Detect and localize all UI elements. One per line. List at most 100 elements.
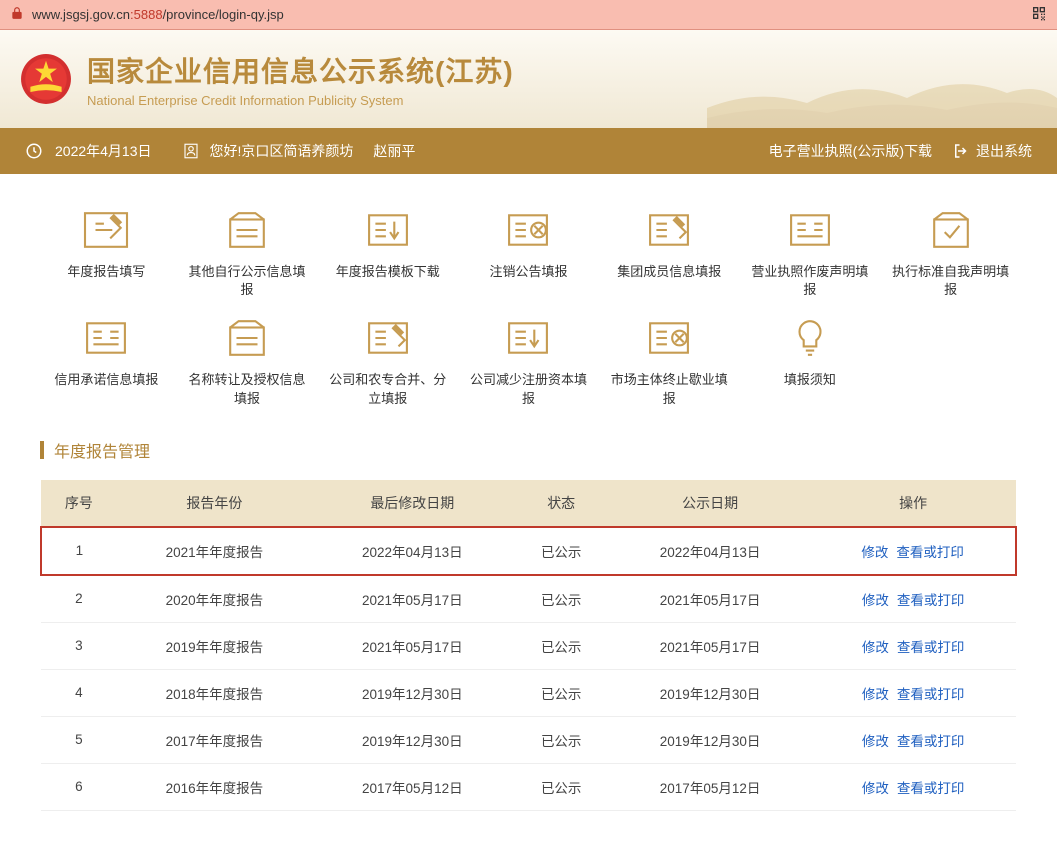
table-cell-seq: 4 xyxy=(41,669,117,716)
menu-item-0[interactable]: 年度报告填写 xyxy=(40,204,173,304)
menu-label: 年度报告填写 xyxy=(67,263,145,281)
menu-icon-9 xyxy=(362,317,414,359)
table-cell-modified: 2017年05月12日 xyxy=(312,763,513,810)
view-print-link[interactable]: 查看或打印 xyxy=(897,734,965,749)
menu-item-6[interactable]: 执行标准自我声明填报 xyxy=(884,204,1017,304)
menu-label: 集团成员信息填报 xyxy=(617,263,721,281)
current-date: 2022年4月13日 xyxy=(55,141,152,161)
table-cell-modified: 2019年12月30日 xyxy=(312,716,513,763)
table-cell-status: 已公示 xyxy=(513,763,610,810)
menu-grid: 年度报告填写 其他自行公示信息填报年度报告模板下载 注销公告填报 集团成员信息填报 营业… xyxy=(40,204,1017,413)
page-title-cn: 国家企业信用信息公示系统(江苏) xyxy=(87,50,514,90)
menu-icon-11 xyxy=(643,317,695,359)
menu-icon-5 xyxy=(784,209,836,251)
menu-icon-6 xyxy=(925,209,977,251)
menu-label: 信用承诺信息填报 xyxy=(54,371,158,389)
edit-link[interactable]: 修改 xyxy=(862,593,889,608)
national-emblem-icon xyxy=(20,53,72,105)
table-header-cell: 状态 xyxy=(513,480,610,527)
table-cell-year: 2021年年度报告 xyxy=(117,527,312,575)
menu-icon-2 xyxy=(362,209,414,251)
menu-item-5[interactable]: 营业执照作废声明填报 xyxy=(744,204,877,304)
menu-item-9[interactable]: 公司和农专合并、分立填报 xyxy=(321,312,454,412)
edit-link[interactable]: 修改 xyxy=(862,687,889,702)
table-header-cell: 报告年份 xyxy=(117,480,312,527)
logout-button[interactable]: 退出系统 xyxy=(952,141,1032,161)
menu-item-2[interactable]: 年度报告模板下载 xyxy=(321,204,454,304)
menu-label: 执行标准自我声明填报 xyxy=(889,263,1012,299)
view-print-link[interactable]: 查看或打印 xyxy=(897,781,965,796)
table-cell-modified: 2021年05月17日 xyxy=(312,622,513,669)
menu-icon-12 xyxy=(784,317,836,359)
edit-link[interactable]: 修改 xyxy=(862,781,889,796)
menu-label: 名称转让及授权信息填报 xyxy=(186,371,309,407)
edit-link[interactable]: 修改 xyxy=(862,734,889,749)
menu-label: 公司和农专合并、分立填报 xyxy=(326,371,449,407)
table-row: 32019年年度报告2021年05月17日已公示2021年05月17日修改查看或… xyxy=(41,622,1016,669)
section-header: 年度报告管理 xyxy=(40,438,1017,462)
username-text: 赵丽平 xyxy=(373,141,415,161)
table-cell-year: 2016年年度报告 xyxy=(117,763,312,810)
menu-label: 填报须知 xyxy=(784,371,836,389)
table-cell-status: 已公示 xyxy=(513,716,610,763)
edit-link[interactable]: 修改 xyxy=(862,640,889,655)
view-print-link[interactable]: 查看或打印 xyxy=(897,687,965,702)
menu-item-3[interactable]: 注销公告填报 xyxy=(462,204,595,304)
table-header-cell: 操作 xyxy=(810,480,1016,527)
menu-item-8[interactable]: 名称转让及授权信息填报 xyxy=(181,312,314,412)
table-header-cell: 序号 xyxy=(41,480,117,527)
table-cell-published: 2021年05月17日 xyxy=(610,575,811,623)
page-header: 国家企业信用信息公示系统(江苏) National Enterprise Cre… xyxy=(0,30,1057,128)
menu-icon-4 xyxy=(643,209,695,251)
table-row: 52017年年度报告2019年12月30日已公示2019年12月30日修改查看或… xyxy=(41,716,1016,763)
menu-item-12[interactable]: 填报须知 xyxy=(744,312,877,412)
menu-item-10[interactable]: 公司减少注册资本填报 xyxy=(462,312,595,412)
menu-label: 市场主体终止歇业填报 xyxy=(608,371,731,407)
greeting-text: 您好!京口区简语养颜坊 xyxy=(210,141,354,161)
annual-report-table: 序号报告年份最后修改日期状态公示日期操作 12021年年度报告2022年04月1… xyxy=(40,480,1017,811)
menu-label: 年度报告模板下载 xyxy=(336,263,440,281)
menu-icon-1 xyxy=(221,209,273,251)
table-cell-published: 2017年05月12日 xyxy=(610,763,811,810)
table-cell-modified: 2019年12月30日 xyxy=(312,669,513,716)
logout-icon xyxy=(952,142,970,160)
menu-item-7[interactable]: 信用承诺信息填报 xyxy=(40,312,173,412)
header-background-art xyxy=(707,48,1057,128)
table-header-cell: 最后修改日期 xyxy=(312,480,513,527)
table-cell-seq: 6 xyxy=(41,763,117,810)
menu-item-1[interactable]: 其他自行公示信息填报 xyxy=(181,204,314,304)
view-print-link[interactable]: 查看或打印 xyxy=(897,640,965,655)
table-cell-published: 2019年12月30日 xyxy=(610,716,811,763)
url-text[interactable]: www.jsgsj.gov.cn:5888/province/login-qy.… xyxy=(32,7,284,22)
user-icon xyxy=(182,142,200,160)
menu-item-4[interactable]: 集团成员信息填报 xyxy=(603,204,736,304)
table-cell-actions: 修改查看或打印 xyxy=(810,716,1016,763)
download-license-link[interactable]: 电子营业执照(公示版)下载 xyxy=(769,141,932,161)
menu-icon-8 xyxy=(221,317,273,359)
table-cell-seq: 3 xyxy=(41,622,117,669)
table-cell-status: 已公示 xyxy=(513,622,610,669)
table-cell-seq: 2 xyxy=(41,575,117,623)
view-print-link[interactable]: 查看或打印 xyxy=(897,593,965,608)
table-cell-published: 2019年12月30日 xyxy=(610,669,811,716)
table-cell-seq: 5 xyxy=(41,716,117,763)
menu-item-11[interactable]: 市场主体终止歇业填报 xyxy=(603,312,736,412)
table-header-cell: 公示日期 xyxy=(610,480,811,527)
table-cell-year: 2017年年度报告 xyxy=(117,716,312,763)
table-row: 42018年年度报告2019年12月30日已公示2019年12月30日修改查看或… xyxy=(41,669,1016,716)
menu-label: 公司减少注册资本填报 xyxy=(467,371,590,407)
table-cell-actions: 修改查看或打印 xyxy=(810,575,1016,623)
edit-link[interactable]: 修改 xyxy=(861,545,888,560)
menu-label: 营业执照作废声明填报 xyxy=(749,263,872,299)
menu-label: 注销公告填报 xyxy=(489,263,567,281)
menu-icon-10 xyxy=(502,317,554,359)
view-print-link[interactable]: 查看或打印 xyxy=(896,545,964,560)
table-cell-seq: 1 xyxy=(41,527,117,575)
table-cell-modified: 2021年05月17日 xyxy=(312,575,513,623)
table-cell-actions: 修改查看或打印 xyxy=(810,622,1016,669)
table-cell-year: 2019年年度报告 xyxy=(117,622,312,669)
table-cell-modified: 2022年04月13日 xyxy=(312,527,513,575)
qr-icon[interactable] xyxy=(1031,5,1047,24)
top-toolbar: 2022年4月13日 您好!京口区简语养颜坊 赵丽平 电子营业执照(公示版)下载… xyxy=(0,128,1057,174)
table-cell-year: 2020年年度报告 xyxy=(117,575,312,623)
